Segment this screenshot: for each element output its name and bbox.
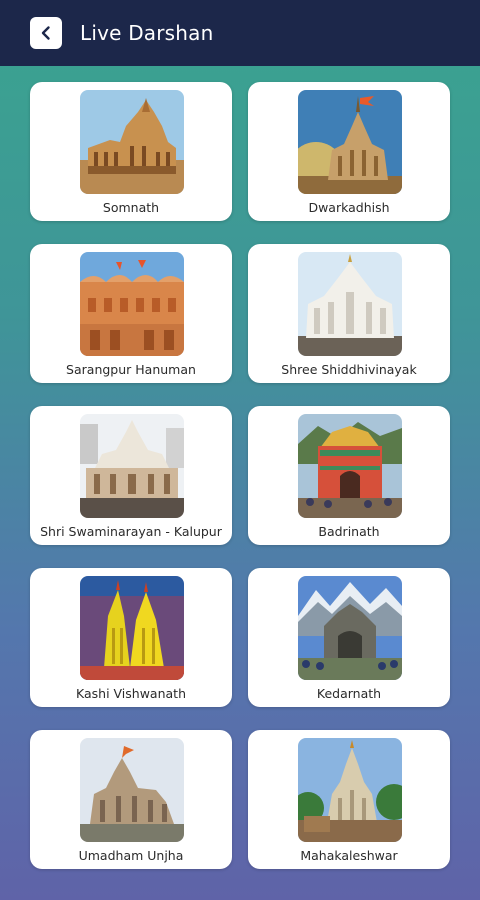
temple-card-somnath[interactable]: Somnath <box>30 82 232 221</box>
app-header: Live Darshan <box>0 0 480 66</box>
temple-card-sarangpur-hanuman[interactable]: Sarangpur Hanuman <box>30 244 232 383</box>
temple-image <box>80 252 184 356</box>
temple-name: Somnath <box>102 200 160 215</box>
temple-card-badrinath[interactable]: Badrinath <box>248 406 450 545</box>
temple-name: Sarangpur Hanuman <box>66 362 196 377</box>
temple-name: Shree Shiddhivinayak <box>281 362 417 377</box>
temple-card-shree-shiddhivinayak[interactable]: Shree Shiddhivinayak <box>248 244 450 383</box>
temple-image <box>298 414 402 518</box>
temple-name: Kashi Vishwanath <box>76 686 186 701</box>
back-button[interactable] <box>30 17 62 49</box>
temple-name: Umadham Unjha <box>78 848 184 863</box>
temple-card-kedarnath[interactable]: Kedarnath <box>248 568 450 707</box>
temple-image <box>298 576 402 680</box>
chevron-left-icon <box>41 26 50 40</box>
temple-image <box>80 738 184 842</box>
temple-image <box>298 252 402 356</box>
temple-card-mahakaleshwar[interactable]: Mahakaleshwar <box>248 730 450 869</box>
temple-card-kashi-vishwanath[interactable]: Kashi Vishwanath <box>30 568 232 707</box>
temple-image <box>80 90 184 194</box>
temple-image <box>298 738 402 842</box>
temple-card-dwarkadhish[interactable]: Dwarkadhish <box>248 82 450 221</box>
temple-name: Dwarkadhish <box>308 200 390 215</box>
temple-image <box>80 576 184 680</box>
temple-name: Badrinath <box>318 524 380 539</box>
temple-name: Shri Swaminarayan - Kalupur <box>40 524 222 539</box>
temple-grid: Somnath Dwarkadhish Sarangpur Hanuman Sh… <box>30 82 450 869</box>
temple-name: Mahakaleshwar <box>300 848 398 863</box>
temple-name: Kedarnath <box>316 686 382 701</box>
temple-image <box>80 414 184 518</box>
temple-card-umadham-unjha[interactable]: Umadham Unjha <box>30 730 232 869</box>
temple-card-shri-swaminarayan-kalupur[interactable]: Shri Swaminarayan - Kalupur <box>30 406 232 545</box>
page-title: Live Darshan <box>80 21 214 45</box>
temple-image <box>298 90 402 194</box>
